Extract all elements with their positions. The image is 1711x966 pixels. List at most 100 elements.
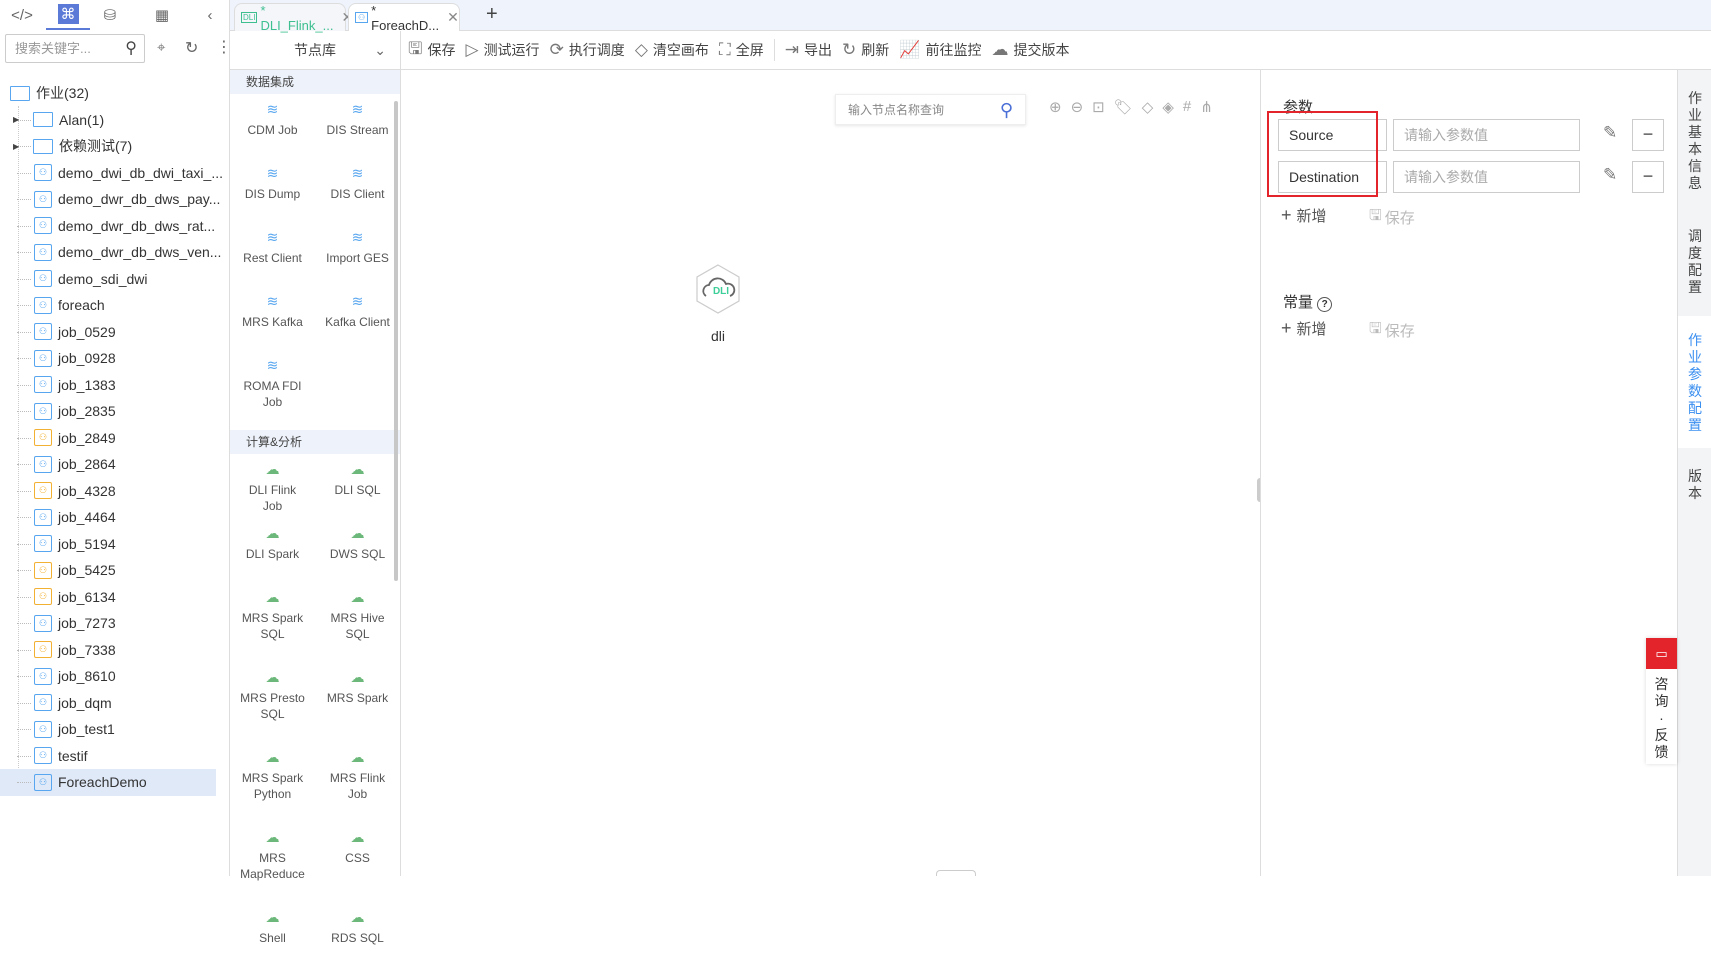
collapse-chevron-icon[interactable]: ‹ bbox=[188, 0, 232, 30]
test-run-button[interactable]: ▷ 测试运行 bbox=[465, 40, 539, 60]
tree-item[interactable]: ⚇ ForeachDemo bbox=[0, 769, 216, 796]
edit-icon[interactable]: ✎ bbox=[1603, 165, 1617, 185]
tree-item[interactable]: ⚇ job_4464 bbox=[0, 504, 230, 531]
remove-param-button[interactable]: − bbox=[1632, 119, 1664, 151]
zoom-out-icon[interactable]: ⊖ bbox=[1071, 98, 1084, 116]
tree-item[interactable]: ⚇ job_7273 bbox=[0, 610, 230, 637]
tree-item[interactable]: ⚇ job_8610 bbox=[0, 663, 230, 690]
feedback-button[interactable]: ▭ 咨询·反馈 bbox=[1646, 638, 1677, 764]
library-node[interactable]: ☁ MRS Flink Job bbox=[315, 742, 400, 822]
node-search-input[interactable]: 输入节点名称查询 ⚲ bbox=[835, 94, 1026, 125]
scrollbar[interactable] bbox=[394, 101, 398, 581]
tab-table-icon[interactable]: ▦ bbox=[140, 0, 184, 30]
param-value-input[interactable]: 请输入参数值 bbox=[1393, 119, 1580, 151]
tree-item[interactable]: ⚇ job_2864 bbox=[0, 451, 230, 478]
library-node[interactable]: ☁ RDS SQL bbox=[315, 902, 400, 966]
tab-version[interactable]: 版本 bbox=[1678, 468, 1711, 502]
tag-remove-icon[interactable]: ◈ bbox=[1162, 98, 1174, 116]
tree-item[interactable]: ⚇ demo_sdi_dwi bbox=[0, 266, 230, 293]
bottom-panel-handle[interactable] bbox=[936, 870, 976, 876]
tree-item[interactable]: ⚇ testif bbox=[0, 743, 230, 770]
tree-item[interactable]: ⚇ job_dqm bbox=[0, 690, 230, 717]
library-node[interactable]: ☁ MRS Hive SQL bbox=[315, 582, 400, 662]
library-node[interactable]: ☁ MRS Spark SQL bbox=[230, 582, 315, 662]
tab-dli-flink[interactable]: DLI* DLI_Flink_...✕ bbox=[234, 3, 353, 33]
grid-icon[interactable]: # bbox=[1183, 98, 1191, 116]
dli-node[interactable]: DLI bbox=[694, 263, 742, 315]
library-node[interactable]: ≋ DIS Client bbox=[315, 158, 400, 222]
tree-item[interactable]: ⚇ demo_dwi_db_dwi_taxi_... bbox=[0, 160, 230, 187]
tag-add-icon[interactable]: 🏷 bbox=[1114, 98, 1133, 116]
library-node[interactable]: ≋ Import GES bbox=[315, 222, 400, 286]
tab-database-icon[interactable]: ⛁ bbox=[88, 0, 132, 30]
tree-item[interactable]: ⚇ foreach bbox=[0, 292, 230, 319]
schedule-button[interactable]: ⟳ 执行调度 bbox=[550, 40, 625, 60]
tree-item[interactable]: ⚇ job_4328 bbox=[0, 478, 230, 505]
tree-item[interactable]: ⚇ job_2849 bbox=[0, 425, 230, 452]
add-constant-button[interactable]: + 新增 bbox=[1281, 318, 1327, 339]
tag-icon[interactable]: ◇ bbox=[1142, 98, 1154, 116]
library-node[interactable]: ≋ DIS Stream bbox=[315, 94, 400, 158]
tree-item[interactable]: ⚇ job_0529 bbox=[0, 319, 230, 346]
library-node[interactable]: ≋ DIS Dump bbox=[230, 158, 315, 222]
library-node[interactable]: ☁ DLI Flink Job bbox=[230, 454, 315, 518]
help-icon[interactable]: ? bbox=[1317, 297, 1333, 312]
close-icon[interactable]: ✕ bbox=[447, 9, 459, 26]
library-node[interactable]: ≋ Kafka Client bbox=[315, 286, 400, 350]
library-node[interactable]: ☁ MRS Spark Python bbox=[230, 742, 315, 822]
edit-icon[interactable]: ✎ bbox=[1603, 123, 1617, 143]
param-value-input[interactable]: 请输入参数值 bbox=[1393, 161, 1580, 193]
tree-item[interactable]: ⚇ job_6134 bbox=[0, 584, 230, 611]
expand-arrow-icon[interactable]: ▶ bbox=[13, 115, 19, 124]
tree-item[interactable]: ⚇ job_2835 bbox=[0, 398, 230, 425]
zoom-in-icon[interactable]: ⊕ bbox=[1049, 98, 1062, 116]
search-input[interactable]: 搜索关键字... ⚲ bbox=[5, 34, 145, 63]
save-param-button[interactable]: 🖫 保存 bbox=[1369, 205, 1415, 230]
tree-item[interactable]: ⚇ job_5425 bbox=[0, 557, 230, 584]
search-icon[interactable]: ⚲ bbox=[1000, 95, 1013, 125]
save-button[interactable]: 🖫 保存 bbox=[408, 36, 455, 65]
save-constant-button[interactable]: 🖫 保存 bbox=[1369, 318, 1415, 343]
tree-item[interactable]: ⚇ job_7338 bbox=[0, 637, 230, 664]
tree-item[interactable]: ⚇ demo_dwr_db_dws_pay... bbox=[0, 186, 230, 213]
refresh-icon[interactable]: ↻ bbox=[185, 38, 198, 58]
remove-param-button[interactable]: − bbox=[1632, 161, 1664, 193]
tree-item[interactable]: ⚇ job_1383 bbox=[0, 372, 230, 399]
library-node[interactable]: ☁ MRS Presto SQL bbox=[230, 662, 315, 742]
locate-icon[interactable]: ⌖ bbox=[157, 39, 165, 56]
export-button[interactable]: ⇥ 导出 bbox=[785, 40, 832, 60]
library-node[interactable]: ≋ CDM Job bbox=[230, 94, 315, 158]
tree-item[interactable]: ⚇ job_test1 bbox=[0, 716, 230, 743]
refresh-button[interactable]: ↻ 刷新 bbox=[842, 40, 889, 60]
add-param-button[interactable]: + 新增 bbox=[1281, 205, 1327, 226]
library-node[interactable]: ☁ DLI SQL bbox=[315, 454, 400, 518]
tree-folder[interactable]: ▶ Alan(1) bbox=[0, 107, 230, 134]
tab-code-icon[interactable]: </> bbox=[0, 0, 44, 30]
tree-item[interactable]: ⚇ job_0928 bbox=[0, 345, 230, 372]
fit-icon[interactable]: ⊡ bbox=[1092, 98, 1105, 116]
expand-arrow-icon[interactable]: ▶ bbox=[13, 142, 19, 151]
library-node[interactable]: ≋ MRS Kafka bbox=[230, 286, 315, 350]
library-node[interactable]: ☁ MRS MapReduce bbox=[230, 822, 315, 902]
submit-version-button[interactable]: ☁ 提交版本 bbox=[991, 40, 1069, 60]
library-node[interactable]: ☁ CSS bbox=[315, 822, 400, 886]
canvas[interactable]: 输入节点名称查询 ⚲ ⊕ ⊖ ⊡ 🏷 ◇ ◈ # ⋔ DLI dli bbox=[401, 70, 1260, 876]
tree-item[interactable]: ⚇ demo_dwr_db_dws_ven... bbox=[0, 239, 230, 266]
tab-basic-info[interactable]: 作业基本信息 bbox=[1678, 90, 1711, 192]
add-tab-icon[interactable]: + bbox=[486, 3, 498, 26]
tree-folder[interactable]: ▶ 依赖测试(7) bbox=[0, 133, 230, 160]
library-node[interactable]: ☁ DLI Spark bbox=[230, 518, 315, 582]
tree-item[interactable]: ⚇ job_5194 bbox=[0, 531, 230, 558]
layout-tree-icon[interactable]: ⋔ bbox=[1200, 98, 1213, 116]
library-node[interactable]: ≋ ROMA FDI Job bbox=[230, 350, 315, 430]
clear-canvas-button[interactable]: ◇ 清空画布 bbox=[635, 40, 709, 60]
tab-foreach-demo[interactable]: ⚇ * ForeachD... ✕ bbox=[348, 3, 460, 33]
node-library-header[interactable]: 节点库 ⌄ bbox=[230, 31, 400, 70]
tab-param-config[interactable]: 作业参数配置 bbox=[1678, 316, 1711, 448]
library-node[interactable]: ☁ MRS Spark bbox=[315, 662, 400, 726]
monitor-button[interactable]: 📈 前往监控 bbox=[899, 40, 981, 60]
search-icon[interactable]: ⚲ bbox=[125, 35, 137, 62]
tab-schedule-config[interactable]: 调度配置 bbox=[1678, 228, 1711, 296]
tab-flow-icon[interactable]: ⌘ bbox=[46, 0, 90, 30]
chevron-down-icon[interactable]: ⌄ bbox=[374, 42, 386, 59]
